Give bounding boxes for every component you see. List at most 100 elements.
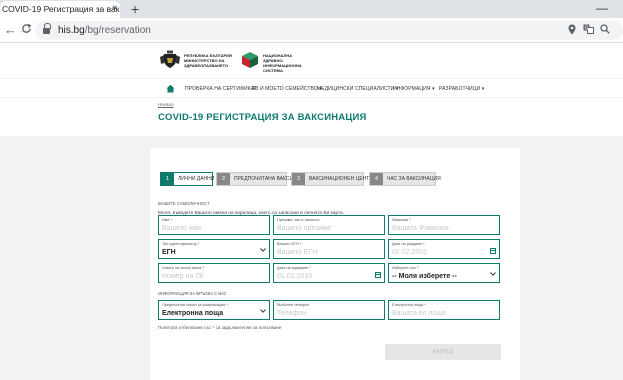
required-marker: * — [197, 242, 200, 246]
step-personal-data[interactable]: 1 ЛИЧНИ ДАННИ — [160, 172, 214, 186]
required-marker: * — [202, 266, 204, 270]
chevron-down-icon — [260, 309, 266, 313]
phone-label: Мобилен телефон — [277, 303, 310, 307]
email-label-text: Електронна поща — [392, 303, 424, 307]
required-marker: * — [417, 266, 419, 270]
middle-name-field[interactable]: Презиме, ако е налично Вашето презиме — [273, 215, 385, 235]
id-card-number-label: Номер на лична карта * — [162, 266, 204, 270]
email-field[interactable]: Електронна поща * Вашата ел.поща — [388, 300, 500, 320]
section-personal-title: ВАШИТЕ САМОЛИЧНОСТ — [158, 201, 210, 206]
first-name-field[interactable]: Име * Вашето име — [158, 215, 270, 235]
id-card-date-field[interactable]: Дата на издаване * 01.02.2010 — [273, 263, 385, 283]
translate-icon[interactable]: G — [583, 24, 594, 38]
required-marker: * — [423, 242, 425, 246]
lock-icon[interactable] — [43, 23, 51, 34]
contact-method-select[interactable]: Предпочитан начин за комуникация * Елект… — [158, 300, 270, 320]
his-logo[interactable] — [240, 50, 260, 70]
required-marker: * — [424, 303, 426, 307]
gender-value: -- Моля изберете -- — [392, 273, 457, 280]
step-label: ЧАС ЗА ВАКСИНАЦИЯ — [387, 176, 441, 182]
step-number: 4 — [370, 173, 383, 185]
contact-method-label: Предпочитан начин за комуникация * — [162, 303, 228, 307]
reload-button[interactable] — [21, 23, 32, 37]
zoom-icon[interactable] — [600, 24, 610, 38]
id-card-date-label-text: Дата на издаване — [277, 266, 309, 270]
step-number: 3 — [292, 173, 305, 185]
egn-label: Вашето ЕГН * — [277, 242, 301, 246]
tab-close-icon[interactable]: × — [112, 3, 118, 15]
required-marker: * — [409, 218, 411, 222]
step-preferred-vaccine[interactable]: 2 ПРЕДПОЧИТАНА ВАКСИНА — [216, 172, 300, 186]
main-navigation: ПРОВЕРКА НА СЕРТИФИКАТ АЗ И МОЕТО СЕМЕЙС… — [0, 78, 623, 98]
minimize-button[interactable]: — — [596, 2, 608, 14]
page-title: COVID-19 РЕГИСТРАЦИЯ ЗА ВАКСИНАЦИЯ — [158, 112, 367, 123]
gender-select[interactable]: Изберете пол * -- Моля изберете -- — [388, 263, 500, 283]
egn-field[interactable]: Вашето ЕГН * Вашето ЕГН — [273, 239, 385, 259]
svg-text:G: G — [585, 26, 589, 32]
last-name-field[interactable]: Фамилия * Вашата Фамилия — [388, 215, 500, 235]
address-bar[interactable]: his.bg/bg/reservation G — [22, 21, 623, 40]
browser-tabbar: COVID-19 Регистрация за ваксин × + — — [0, 0, 623, 18]
url-path: /bg/reservation — [84, 25, 151, 36]
new-tab-button[interactable]: + — [131, 1, 139, 17]
id-type-label-text: Тип идентификатор — [162, 242, 197, 246]
first-name-placeholder: Вашето име — [162, 225, 202, 232]
back-button[interactable]: ← — [4, 23, 17, 37]
nav-item-certificate-check[interactable]: ПРОВЕРКА НА СЕРТИФИКАТ — [185, 85, 257, 93]
email-label: Електронна поща * — [392, 303, 426, 307]
contact-method-value: Електронна поща — [162, 310, 224, 317]
first-name-label-text: Име — [162, 218, 170, 222]
url-host: his.bg — [58, 25, 85, 36]
required-marker: * — [299, 242, 302, 246]
gender-label: Изберете пол * — [392, 266, 418, 270]
last-name-label: Фамилия * — [392, 218, 411, 222]
middle-name-placeholder: Вашето презиме — [277, 225, 332, 232]
location-icon[interactable] — [568, 24, 576, 39]
birth-date-label-text: Дата на раждане — [392, 242, 423, 246]
nav-item-developers[interactable]: РАЗРАБОТЧИЦИ ▾ — [439, 85, 484, 93]
id-type-label: Тип идентификатор * — [162, 242, 199, 246]
coat-of-arms-logo[interactable] — [160, 50, 180, 69]
gender-label-text: Изберете пол — [392, 266, 416, 270]
breadcrumb-home[interactable]: Начало — [158, 102, 174, 107]
url-text[interactable]: his.bg/bg/reservation — [58, 24, 151, 37]
browser-toolbar: ← → his.bg/bg/reservation G — [0, 18, 623, 43]
phone-field[interactable]: Мобилен телефон Телефон — [273, 300, 385, 320]
id-card-date-placeholder: 01.02.2010 — [277, 273, 313, 280]
birth-date-placeholder: 01.02.2001 — [392, 249, 428, 256]
phone-placeholder: Телефон — [277, 310, 307, 317]
section-contact-title: ИНФОРМАЦИЯ ЗА ВРЪЗКА С ВАС — [158, 291, 227, 296]
last-name-placeholder: Вашата Фамилия — [392, 225, 449, 232]
contact-method-label-text: Предпочитан начин за комуникация — [162, 303, 226, 307]
egn-placeholder: Вашето ЕГН — [277, 249, 318, 256]
id-type-select[interactable]: Тип идентификатор * ЕГН — [158, 239, 270, 259]
step-label: ВАКСИНАЦИОНЕН ЦЕНТЪР — [309, 176, 377, 182]
email-placeholder: Вашата ел.поща — [392, 310, 446, 317]
next-button[interactable]: НАПРЕД — [385, 344, 501, 360]
birth-date-field[interactable]: Дата на раждане * 01.02.2001 — [388, 239, 500, 259]
id-card-number-label-text: Номер на лична карта — [162, 266, 202, 270]
nav-item-me-and-family[interactable]: АЗ И МОЕТО СЕМЕЙСТВО ▾ — [252, 85, 322, 93]
step-number: 1 — [161, 173, 174, 185]
home-icon[interactable] — [166, 84, 175, 93]
calendar-icon[interactable] — [375, 272, 381, 278]
id-card-date-label: Дата на издаване * — [277, 266, 311, 270]
step-vaccination-time[interactable]: 4 ЧАС ЗА ВАКСИНАЦИЯ — [369, 172, 441, 186]
chevron-down-icon — [260, 248, 266, 252]
tab-title: COVID-19 Регистрация за ваксин — [2, 4, 120, 14]
browser-tab[interactable]: COVID-19 Регистрация за ваксин — [0, 1, 120, 18]
chevron-down-icon — [490, 272, 496, 276]
step-number: 2 — [217, 173, 230, 185]
id-card-number-field[interactable]: Номер на лична карта * Номер на ЛК — [158, 263, 270, 283]
calendar-icon[interactable] — [490, 248, 496, 254]
birth-date-label: Дата на раждане * — [392, 242, 425, 246]
last-name-label-text: Фамилия — [392, 218, 409, 222]
nav-item-information[interactable]: ИНФОРМАЦИЯ ▾ — [393, 85, 435, 93]
required-marker: * — [170, 218, 172, 222]
required-marker: * — [309, 266, 311, 270]
egn-label-text: Вашето ЕГН — [277, 242, 299, 246]
site-header: РЕПУБЛИКА БЪЛГАРИЯ МИНИСТЕРСТВО НА ЗДРАВ… — [0, 44, 623, 78]
step-vaccination-center[interactable]: 3 ВАКСИНАЦИОНЕН ЦЕНТЪР — [291, 172, 377, 186]
middle-name-label: Презиме, ако е налично — [277, 218, 320, 222]
nav-item-medical-specialists[interactable]: МЕДИЦИНСКИ СПЕЦИАЛИСТИ ▾ — [317, 85, 398, 93]
